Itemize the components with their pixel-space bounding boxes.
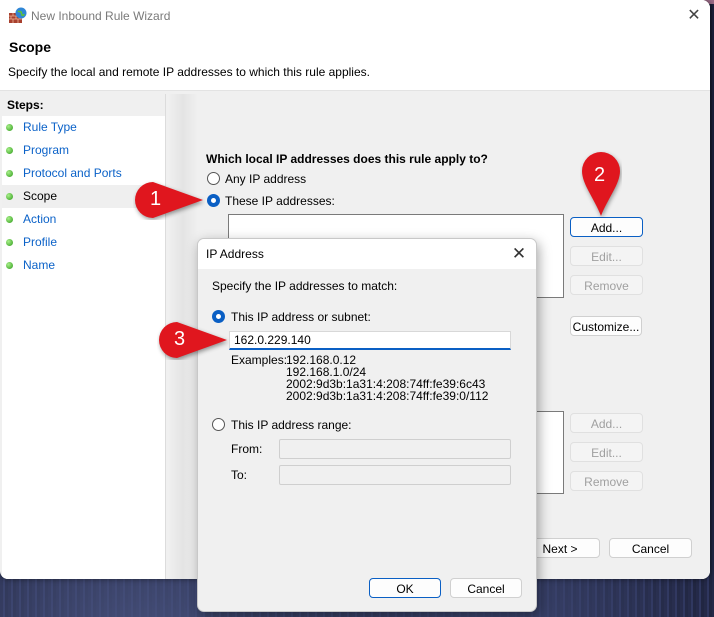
remote-edit-button[interactable]: Edit... (570, 442, 643, 462)
close-icon[interactable]: ✕ (682, 6, 706, 26)
step-profile[interactable]: Profile (2, 231, 165, 254)
any-ip-label[interactable]: Any IP address (225, 172, 306, 186)
step-label: Name (23, 258, 56, 272)
range-label[interactable]: This IP address range: (231, 418, 352, 432)
local-add-button[interactable]: Add... (570, 217, 643, 237)
local-ip-question: Which local IP addresses does this rule … (206, 152, 488, 166)
steps-panel: Steps: Rule Type Program Protocol and Po… (2, 94, 166, 579)
from-label: From: (231, 442, 263, 456)
page-title: Scope (9, 39, 52, 55)
these-ip-radio[interactable] (207, 194, 220, 207)
annotation-number-3: 3 (174, 328, 186, 350)
window-title: New Inbound Rule Wizard (31, 9, 171, 23)
subnet-label[interactable]: This IP address or subnet: (231, 310, 371, 324)
status-dot-icon (6, 216, 13, 223)
annotation-number-2: 2 (594, 164, 606, 186)
page-subtitle: Specify the local and remote IP addresse… (8, 65, 370, 79)
step-label: Profile (23, 235, 58, 249)
steps-heading: Steps: (2, 94, 165, 116)
status-dot-icon (6, 124, 13, 131)
local-remove-button[interactable]: Remove (570, 275, 643, 295)
step-label: Action (23, 212, 57, 226)
status-dot-icon (6, 239, 13, 246)
remote-add-button[interactable]: Add... (570, 413, 643, 433)
range-from-field[interactable] (279, 439, 511, 459)
local-edit-button[interactable]: Edit... (570, 246, 643, 266)
any-ip-radio[interactable] (207, 172, 220, 185)
annotation-marker-3 (159, 322, 227, 358)
dialog-title: IP Address (206, 247, 264, 261)
examples-label: Examples: (231, 353, 288, 367)
step-label: Program (23, 143, 70, 157)
subnet-input[interactable] (229, 331, 511, 350)
dialog-cancel-button[interactable]: Cancel (450, 578, 522, 598)
these-ip-label[interactable]: These IP addresses: (225, 194, 335, 208)
examples-block: Examples: 192.168.0.12 192.168.1.0/24 20… (231, 353, 488, 402)
step-name[interactable]: Name (2, 254, 165, 277)
annotation-marker-1 (135, 182, 203, 218)
range-radio[interactable] (212, 418, 225, 431)
step-label: Rule Type (23, 120, 77, 134)
firewall-icon (9, 7, 27, 23)
dialog-instruction: Specify the IP addresses to match: (212, 279, 398, 293)
step-label: Scope (23, 189, 58, 203)
title-bar: New Inbound Rule Wizard ✕ (0, 0, 710, 32)
status-dot-icon (6, 147, 13, 154)
ip-address-dialog: IP Address ✕ Specify the IP addresses to… (197, 238, 537, 612)
range-to-field[interactable] (279, 465, 511, 485)
remote-remove-button[interactable]: Remove (570, 471, 643, 491)
status-dot-icon (6, 262, 13, 269)
page-header: Scope Specify the local and remote IP ad… (0, 32, 710, 91)
cancel-button[interactable]: Cancel (609, 538, 692, 558)
step-program[interactable]: Program (2, 139, 165, 162)
step-label: Protocol and Ports (23, 166, 122, 180)
dialog-close-icon[interactable]: ✕ (508, 243, 530, 265)
to-label: To: (231, 468, 248, 482)
status-dot-icon (6, 193, 13, 200)
dialog-title-bar: IP Address (198, 239, 536, 269)
step-rule-type[interactable]: Rule Type (2, 116, 165, 139)
customize-button[interactable]: Customize... (570, 316, 642, 336)
ok-button[interactable]: OK (369, 578, 441, 598)
example-item: 2002:9d3b:1a31:4:208:74ff:fe39:0/112 (286, 389, 489, 403)
status-dot-icon (6, 170, 13, 177)
annotation-number-1: 1 (150, 188, 162, 210)
